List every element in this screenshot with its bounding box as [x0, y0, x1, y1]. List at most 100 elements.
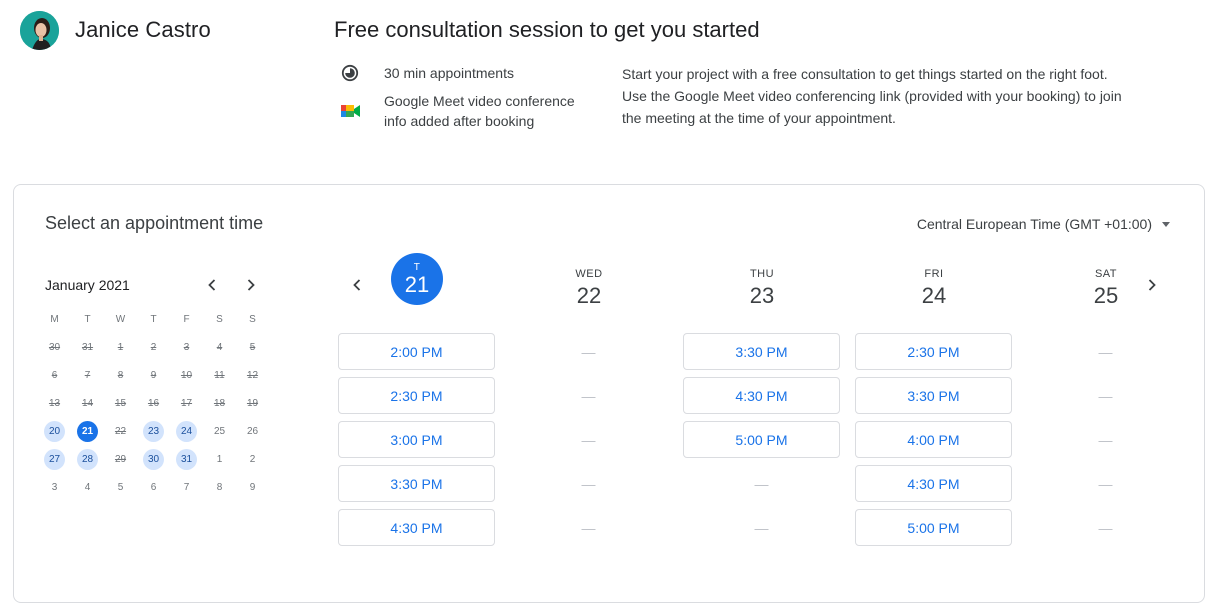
- calendar-day: 26: [236, 417, 269, 445]
- time-slot-button[interactable]: 5:00 PM: [855, 509, 1012, 546]
- day-number: 21: [404, 271, 430, 297]
- calendar-day-label: 8: [117, 369, 124, 381]
- calendar-day[interactable]: 24: [170, 417, 203, 445]
- calendar-day: 2: [137, 333, 170, 361]
- calendar-day: 4: [203, 333, 236, 361]
- time-slot-button[interactable]: 4:30 PM: [338, 509, 495, 546]
- host-name: Janice Castro: [75, 17, 211, 42]
- no-slot-placeholder: —: [581, 475, 596, 492]
- day-header: T 21: [338, 253, 496, 309]
- slot-list: — — — — —: [1027, 333, 1185, 553]
- timezone-select[interactable]: Central European Time (GMT +01:00): [917, 216, 1170, 232]
- timezone-label: Central European Time (GMT +01:00): [916, 216, 1152, 232]
- slot-list: 2:00 PM 2:30 PM 3:00 PM 3:30 PM 4:30 PM: [338, 333, 496, 553]
- no-slot-placeholder: —: [754, 519, 769, 536]
- session-description: Start your project with a free consultat…: [622, 63, 1152, 129]
- clock-icon: [340, 63, 360, 83]
- calendar-day: 10: [170, 361, 203, 389]
- calendar-day-label: 16: [147, 397, 160, 409]
- calendar-day-label: 3: [183, 341, 190, 353]
- calendar-day-label: 11: [214, 369, 225, 381]
- time-slot-button[interactable]: 2:00 PM: [338, 333, 495, 370]
- description-line-2: Use the Google Meet video conferencing l…: [622, 88, 1122, 104]
- month-next-button[interactable]: [239, 273, 263, 297]
- calendar-day: 5: [236, 333, 269, 361]
- day-number: 24: [921, 283, 947, 308]
- description-line-3: the meeting at the time of your appointm…: [622, 110, 896, 126]
- conference-line-1: Google Meet video conference: [384, 93, 575, 109]
- calendar-day[interactable]: 21: [71, 417, 104, 445]
- day-number: 22: [576, 283, 602, 308]
- calendar-day[interactable]: 20: [38, 417, 71, 445]
- calendar-day-label: 9: [150, 369, 157, 381]
- booking-card: Select an appointment time Central Europ…: [13, 184, 1205, 603]
- time-slot-button[interactable]: 3:30 PM: [855, 377, 1012, 414]
- calendar-day-label: 7: [84, 369, 91, 381]
- no-slot-placeholder: —: [754, 475, 769, 492]
- calendar-day-label: 9: [249, 481, 256, 493]
- time-slot-button[interactable]: 5:00 PM: [683, 421, 840, 458]
- calendar-day[interactable]: 28: [71, 445, 104, 473]
- time-slot-button[interactable]: 4:00 PM: [855, 421, 1012, 458]
- calendar-day-label: 15: [114, 397, 127, 409]
- calendar-day-label: 30: [143, 448, 164, 470]
- time-slot-button[interactable]: 2:30 PM: [338, 377, 495, 414]
- calendar-day: 3: [170, 333, 203, 361]
- day-number: 25: [1093, 283, 1119, 308]
- calendar-day-label: 31: [176, 448, 197, 470]
- description-line-1: Start your project with a free consultat…: [622, 66, 1108, 82]
- calendar-day: 9: [236, 473, 269, 501]
- time-slot-button[interactable]: 4:30 PM: [683, 377, 840, 414]
- calendar-day-label: 1: [117, 341, 124, 353]
- calendar-day-label: 2: [249, 453, 256, 465]
- calendar-day[interactable]: 30: [137, 445, 170, 473]
- calendar-day[interactable]: 31: [170, 445, 203, 473]
- calendar-day-label: 2: [150, 341, 157, 353]
- time-slot-button[interactable]: 4:30 PM: [855, 465, 1012, 502]
- calendar-day-label: 7: [183, 481, 190, 493]
- calendar-day: 29: [104, 445, 137, 473]
- calendar-day-label: 4: [84, 481, 91, 493]
- time-slot-button[interactable]: 3:30 PM: [338, 465, 495, 502]
- session-title: Free consultation session to get you sta…: [334, 17, 760, 42]
- calendar-day: 16: [137, 389, 170, 417]
- month-prev-button[interactable]: [200, 273, 224, 297]
- calendar-day-label: 26: [246, 425, 259, 437]
- no-slot-placeholder: —: [1098, 519, 1113, 536]
- calendar-day: 15: [104, 389, 137, 417]
- calendar-day: 3: [38, 473, 71, 501]
- day-of-week: T: [413, 261, 421, 273]
- calendar-day: 22: [104, 417, 137, 445]
- calendar-day-label: 24: [176, 420, 197, 442]
- calendar-day: 5: [104, 473, 137, 501]
- calendar-day[interactable]: 27: [38, 445, 71, 473]
- calendar-day: 7: [170, 473, 203, 501]
- calendar-day-label: 6: [150, 481, 157, 493]
- time-slot-button[interactable]: 3:30 PM: [683, 333, 840, 370]
- conference-line-2: info added after booking: [384, 113, 535, 129]
- calendar-day: 14: [71, 389, 104, 417]
- duration-text: 30 min appointments: [384, 65, 514, 81]
- slot-list: 3:30 PM 4:30 PM 5:00 PM — —: [683, 333, 841, 553]
- weekday-header: W: [115, 313, 126, 325]
- calendar-day: 8: [104, 361, 137, 389]
- day-column: THU 23 3:30 PM 4:30 PM 5:00 PM — —: [683, 261, 841, 536]
- time-slot-button[interactable]: 3:00 PM: [338, 421, 495, 458]
- calendar-day[interactable]: 23: [137, 417, 170, 445]
- chevron-left-icon: [208, 279, 216, 291]
- slot-list: — — — — —: [510, 333, 668, 553]
- calendar-day-label: 30: [48, 341, 61, 353]
- calendar-day-label: 21: [77, 420, 98, 442]
- day-header: THU 23: [683, 261, 841, 317]
- calendar-day-label: 27: [44, 448, 65, 470]
- time-slot-button[interactable]: 2:30 PM: [855, 333, 1012, 370]
- calendar-day-label: 4: [216, 341, 223, 353]
- no-slot-placeholder: —: [1098, 343, 1113, 360]
- calendar-day: 7: [71, 361, 104, 389]
- weekday-header: S: [216, 313, 223, 325]
- no-slot-placeholder: —: [1098, 431, 1113, 448]
- calendar-day: 2: [236, 445, 269, 473]
- slot-list: 2:30 PM 3:30 PM 4:00 PM 4:30 PM 5:00 PM: [855, 333, 1013, 553]
- calendar-day: 30: [38, 333, 71, 361]
- calendar-day: 4: [71, 473, 104, 501]
